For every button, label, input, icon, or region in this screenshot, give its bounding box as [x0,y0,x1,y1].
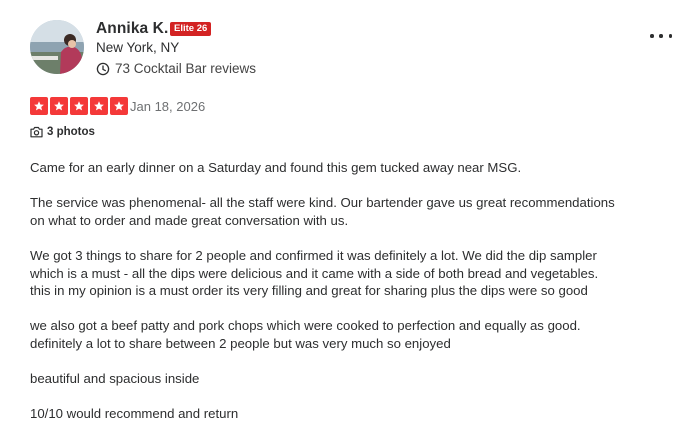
star-rating [30,97,128,115]
review-line: The service was phenomenal- all the staf… [30,195,615,211]
more-dot [668,34,672,38]
more-horizontal-icon [650,34,654,38]
review-line: Came for an early dinner on a Saturday a… [30,160,522,175]
review-text: Came for an early dinner on a Saturday a… [30,159,640,423]
review-card: Annika K. Elite 26 New York, NY 73 Cockt… [0,0,700,432]
review-line: definitely a lot to share between 2 peop… [30,335,451,351]
star-icon [30,97,48,115]
more-dot [659,34,663,38]
review-line: this in my opinion is a must order its v… [30,283,588,299]
review-count[interactable]: 73 Cocktail Bar reviews [96,61,256,76]
photos-label: 3 photos [47,126,95,138]
review-line: which is a must - all the dips were deli… [30,265,599,281]
star-icon [90,97,108,115]
review-line: we also got a beef patty and pork chops … [30,318,581,334]
user-location: New York, NY [96,40,180,55]
photos-link[interactable]: 3 photos [30,126,95,138]
review-count-label: 73 Cocktail Bar reviews [115,61,257,76]
star-icon [50,97,68,115]
review-line: beautiful and spacious inside [30,371,200,387]
avatar[interactable] [30,20,84,74]
more-options-button[interactable] [650,30,672,42]
review-history-icon [96,62,110,76]
review-line: 10/10 would recommend and return [30,406,239,422]
star-icon [70,97,88,115]
review-line: We got 3 things to share for 2 people an… [30,247,597,263]
camera-icon [30,126,43,138]
star-icon [110,97,128,115]
elite-badge: Elite 26 [170,22,212,36]
review-date: Jan 18, 2026 [130,99,206,114]
review-line: on what to order and made great conversa… [30,212,349,228]
user-name[interactable]: Annika K. [96,20,168,38]
